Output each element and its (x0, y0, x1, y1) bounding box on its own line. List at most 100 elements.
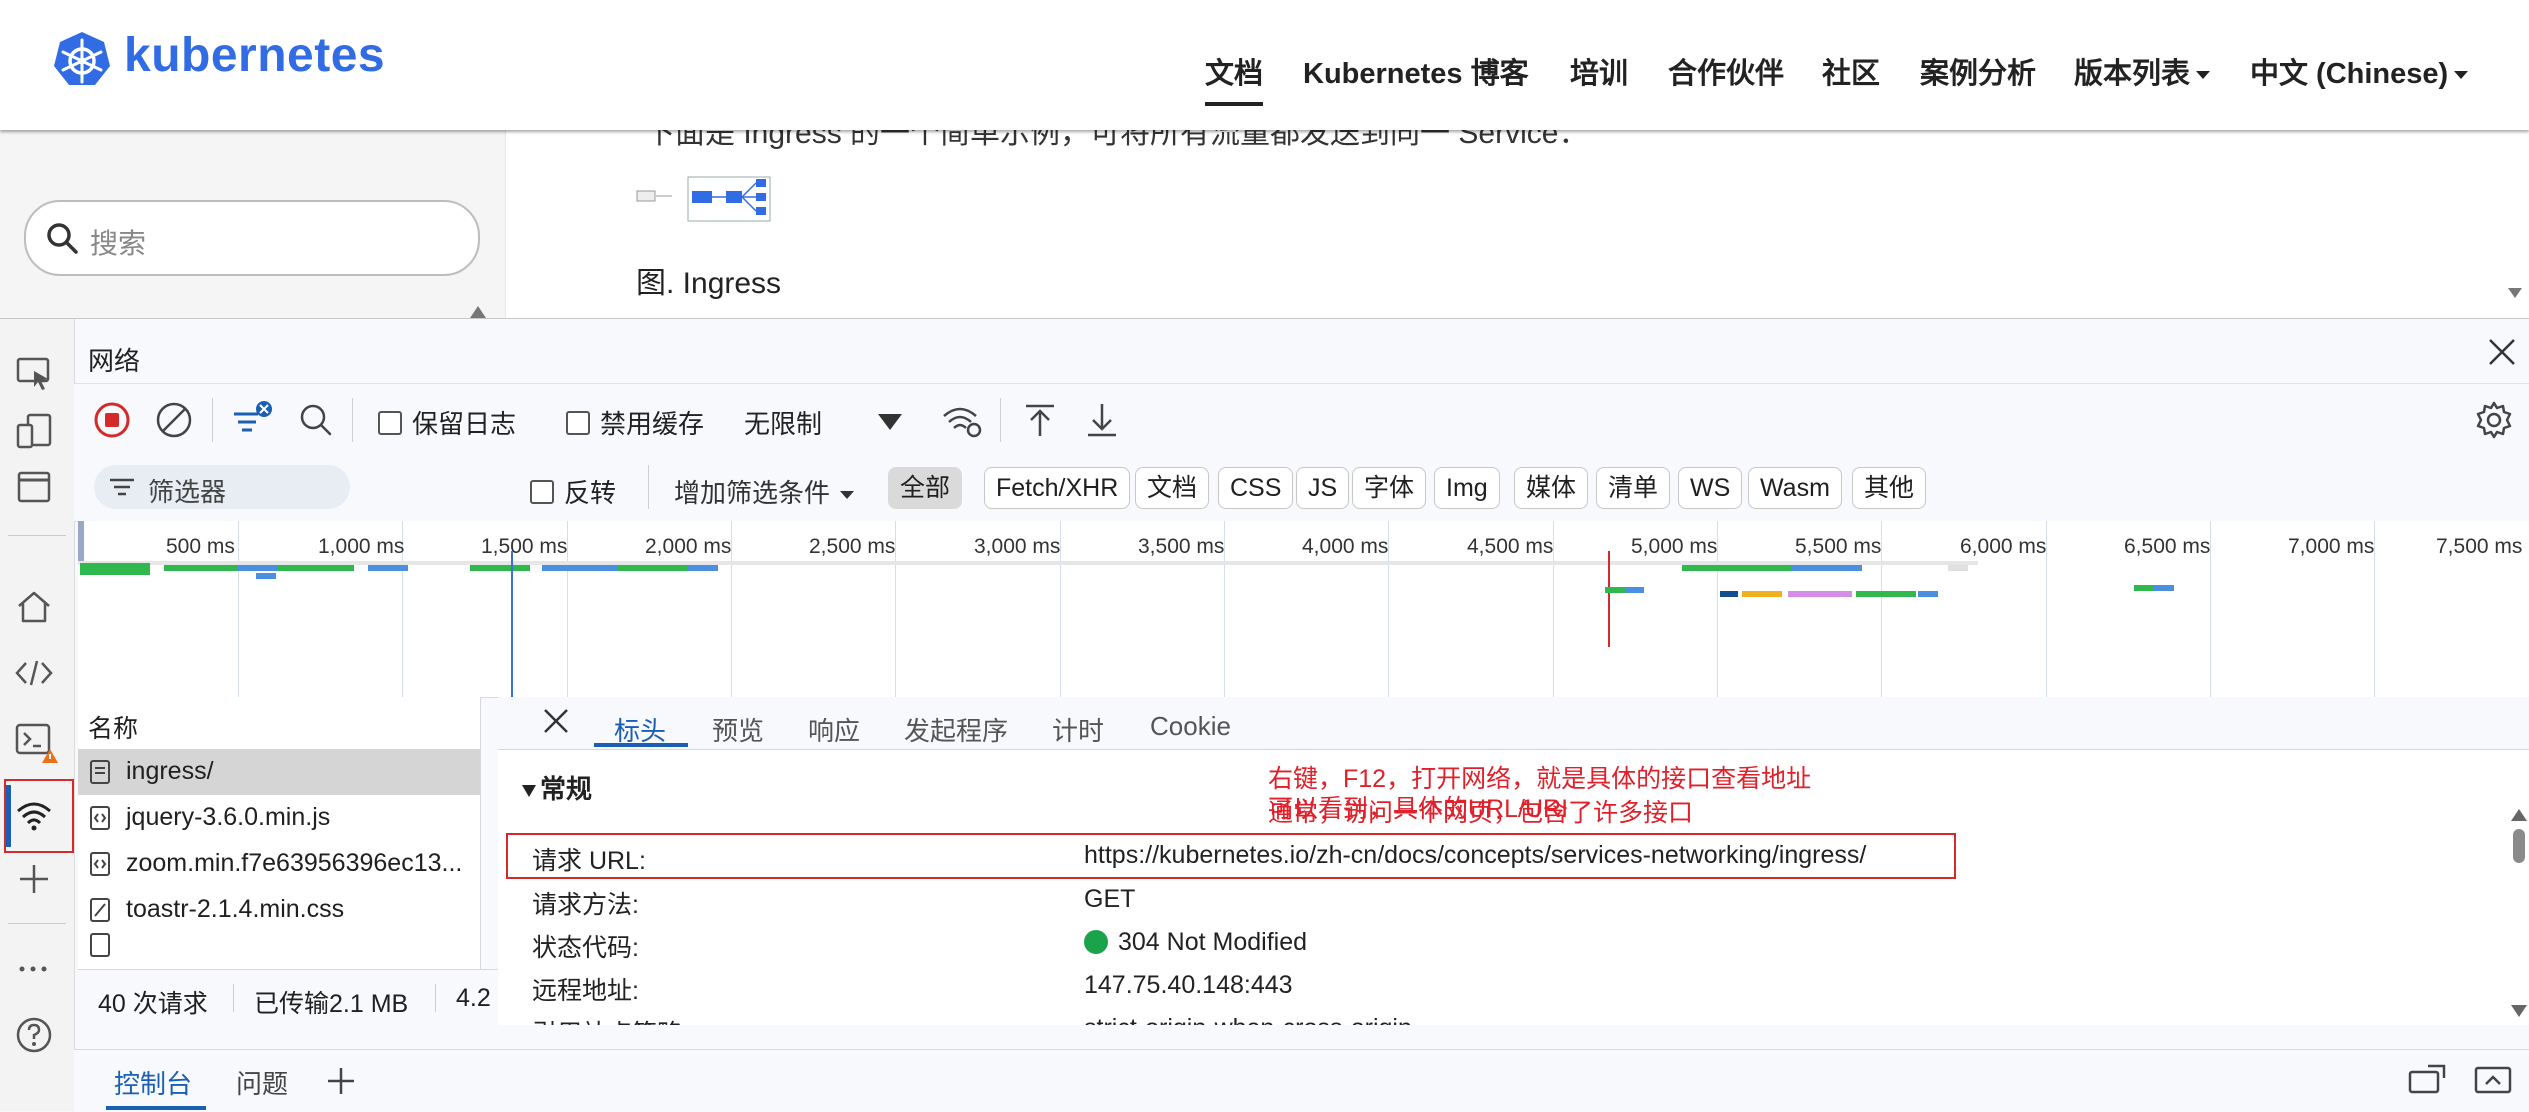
tab-preview[interactable]: 预览 (712, 711, 764, 748)
preserve-log-checkbox[interactable]: 保留日志 (378, 404, 516, 441)
request-row[interactable]: ingress/ (78, 749, 480, 795)
checkbox-box[interactable] (530, 480, 554, 504)
chevron-down-icon[interactable] (878, 414, 902, 430)
filter-type-doc[interactable]: 文档 (1135, 467, 1210, 509)
close-details-icon[interactable] (542, 707, 570, 735)
tab-response[interactable]: 响应 (808, 711, 860, 748)
filter-type-ws[interactable]: WS (1678, 467, 1743, 509)
kubernetes-logo-icon[interactable] (52, 30, 112, 90)
header-key: 引用站点策略: (532, 1014, 689, 1025)
scroll-down-icon[interactable] (2511, 1005, 2527, 1017)
request-list-scrollbar[interactable] (480, 697, 481, 969)
drawer-tab-issues[interactable]: 问题 (236, 1064, 288, 1101)
filter-type-css[interactable]: CSS (1218, 467, 1294, 509)
filter-type-other[interactable]: 其他 (1852, 467, 1927, 509)
timeline-bar (1626, 587, 1644, 593)
request-row[interactable] (78, 933, 480, 969)
referrer-policy-value[interactable]: strict-origin-when-cross-origin (1084, 1014, 1412, 1025)
timeline-bar (1918, 591, 1938, 597)
invert-checkbox[interactable]: 反转 (530, 473, 616, 510)
filter-type-media[interactable]: 媒体 (1514, 467, 1589, 509)
request-row[interactable]: zoom.min.f7e63956396ec13... (78, 841, 480, 887)
clear-icon[interactable] (154, 400, 194, 440)
document-icon (90, 760, 110, 784)
timeline-bar (294, 565, 354, 571)
filter-type-manifest[interactable]: 清单 (1596, 467, 1671, 509)
scroll-down-icon[interactable] (2508, 288, 2522, 298)
timeline-tick: 1,000 ms (318, 535, 405, 558)
details-scrollbar[interactable] (2509, 805, 2529, 1025)
request-list-header[interactable]: 名称 (78, 697, 480, 750)
filter-type-js[interactable]: JS (1296, 467, 1350, 509)
timeline-bar (542, 565, 622, 571)
header-key: 请求方法: (532, 891, 639, 919)
checkbox-box[interactable] (566, 411, 590, 435)
drawer-tab-console[interactable]: 控制台 (114, 1064, 192, 1101)
nav-case-studies[interactable]: 案例分析 (1920, 50, 2036, 92)
elements-code-icon[interactable] (14, 653, 60, 699)
export-har-icon[interactable] (1082, 400, 1122, 440)
close-icon[interactable] (2487, 337, 2517, 367)
nav-versions[interactable]: 版本列表 (2074, 50, 2211, 92)
timeline-bar (1682, 565, 1792, 571)
nav-training[interactable]: 培训 (1570, 50, 1628, 92)
search-placeholder: 搜索 (90, 228, 147, 259)
tab-timing[interactable]: 计时 (1052, 711, 1104, 748)
remote-address-value[interactable]: 147.75.40.148:443 (1084, 971, 1293, 1000)
console-icon[interactable] (14, 719, 60, 765)
filter-type-all[interactable]: 全部 (888, 467, 963, 509)
details-scrollbar-thumb[interactable] (2513, 829, 2525, 863)
status-code-value[interactable]: 304 Not Modified (1084, 928, 1307, 957)
request-details-pane: 标头 预览 响应 发起程序 计时 Cookie 常规 请求 URL: https… (498, 697, 2529, 1025)
network-timeline-overview[interactable]: 500 ms 1,000 ms 1,500 ms 2,000 ms 2,500 … (78, 521, 2529, 698)
search-icon[interactable] (296, 400, 336, 440)
sidebar-scroll-up-icon[interactable] (470, 306, 486, 318)
timeline-tick: 6,000 ms (1960, 535, 2047, 558)
disable-cache-checkbox[interactable]: 禁用缓存 (566, 404, 704, 441)
more-filters-dropdown[interactable]: 增加筛选条件 (674, 473, 855, 510)
add-drawer-tab-icon[interactable] (326, 1066, 356, 1096)
filter-type-img[interactable]: Img (1434, 467, 1500, 509)
more-tools-icon[interactable] (14, 959, 60, 1005)
timeline-drag-handle[interactable] (78, 521, 84, 561)
filter-input[interactable]: 筛选器 (94, 465, 350, 509)
nav-language[interactable]: 中文 (Chinese) (2250, 50, 2469, 92)
browser-window-icon[interactable] (14, 467, 60, 513)
dock-drawer-icon[interactable] (2408, 1064, 2446, 1096)
filter-type-wasm[interactable]: Wasm (1748, 467, 1842, 509)
request-name: ingress/ (126, 757, 214, 785)
nav-partners[interactable]: 合作伙伴 (1668, 50, 1784, 92)
device-emulation-icon[interactable] (14, 411, 60, 457)
request-row[interactable]: jquery-3.6.0.min.js (78, 795, 480, 841)
request-method-value[interactable]: GET (1084, 885, 1135, 914)
filter-type-font[interactable]: 字体 (1352, 467, 1427, 509)
welcome-home-icon[interactable] (14, 587, 60, 633)
add-tool-icon[interactable] (14, 859, 60, 905)
nav-docs[interactable]: 文档 (1205, 50, 1264, 106)
tab-initiator[interactable]: 发起程序 (904, 711, 1008, 748)
collapse-drawer-icon[interactable] (2474, 1064, 2512, 1096)
network-conditions-icon[interactable] (940, 400, 984, 440)
annotation-text: 通常，访问一个网页，包含了许多接口 (1268, 799, 1694, 827)
timeline-bar (1720, 591, 1738, 597)
tab-cookies[interactable]: Cookie (1150, 711, 1231, 742)
settings-gear-icon[interactable] (2474, 400, 2514, 440)
network-wifi-icon[interactable] (14, 795, 60, 841)
nav-community[interactable]: 社区 (1822, 50, 1880, 92)
site-search-input[interactable]: 搜索 (24, 200, 480, 276)
inspect-element-icon[interactable] (14, 353, 60, 399)
request-row[interactable]: toastr-2.1.4.min.css (78, 887, 480, 933)
timeline-tick: 3,500 ms (1138, 535, 1225, 558)
general-section-toggle[interactable]: 常规 (522, 769, 592, 806)
nav-blog[interactable]: Kubernetes 博客 (1303, 50, 1529, 92)
scroll-up-icon[interactable] (2511, 809, 2527, 821)
record-stop-icon[interactable] (92, 400, 132, 440)
filter-toggle-icon[interactable] (230, 400, 274, 440)
import-har-icon[interactable] (1020, 400, 1060, 440)
checkbox-box[interactable] (378, 411, 402, 435)
throttling-select[interactable]: 无限制 (744, 404, 822, 441)
figure-caption: 图. Ingress (636, 267, 782, 300)
logo-text[interactable]: kubernetes (124, 28, 385, 83)
filter-type-fetch-xhr[interactable]: Fetch/XHR (984, 467, 1131, 509)
help-icon[interactable] (14, 1015, 60, 1061)
